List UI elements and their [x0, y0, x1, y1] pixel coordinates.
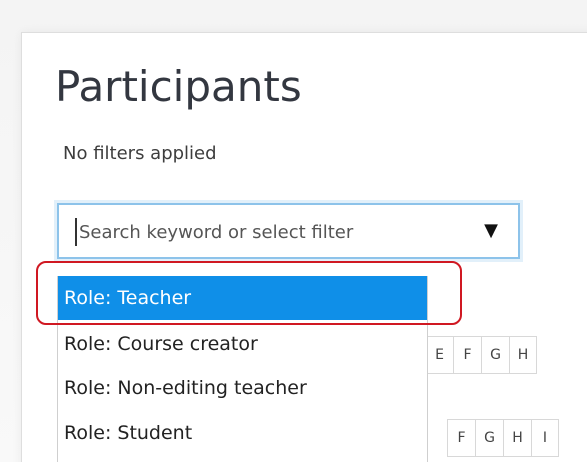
- dropdown-option-role-non-editing-teacher[interactable]: Role: Non-editing teacher: [58, 366, 427, 410]
- page-title: Participants: [55, 62, 302, 111]
- dropdown-option-role-course-creator[interactable]: Role: Course creator: [58, 322, 427, 366]
- search-filter-box[interactable]: ▼: [57, 203, 520, 259]
- dropdown-option-role-student[interactable]: Role: Student: [58, 411, 427, 455]
- filters-status: No filters applied: [63, 143, 217, 164]
- initial-letter[interactable]: I: [531, 420, 559, 456]
- initials-bar-lastname: F G H I: [447, 419, 559, 457]
- initial-letter[interactable]: G: [481, 337, 509, 373]
- initial-letter[interactable]: H: [509, 337, 537, 373]
- search-input[interactable]: [75, 218, 449, 246]
- initial-letter[interactable]: F: [453, 337, 481, 373]
- initials-bar-firstname: E F G H: [425, 336, 537, 374]
- initial-letter[interactable]: H: [503, 420, 531, 456]
- initial-letter[interactable]: F: [447, 420, 475, 456]
- page: Participants No filters applied ▼ E F G …: [0, 0, 587, 462]
- initial-letter[interactable]: G: [475, 420, 503, 456]
- chevron-down-icon[interactable]: ▼: [484, 220, 498, 241]
- highlight-annotation: [36, 261, 462, 325]
- initial-letter[interactable]: E: [425, 337, 453, 373]
